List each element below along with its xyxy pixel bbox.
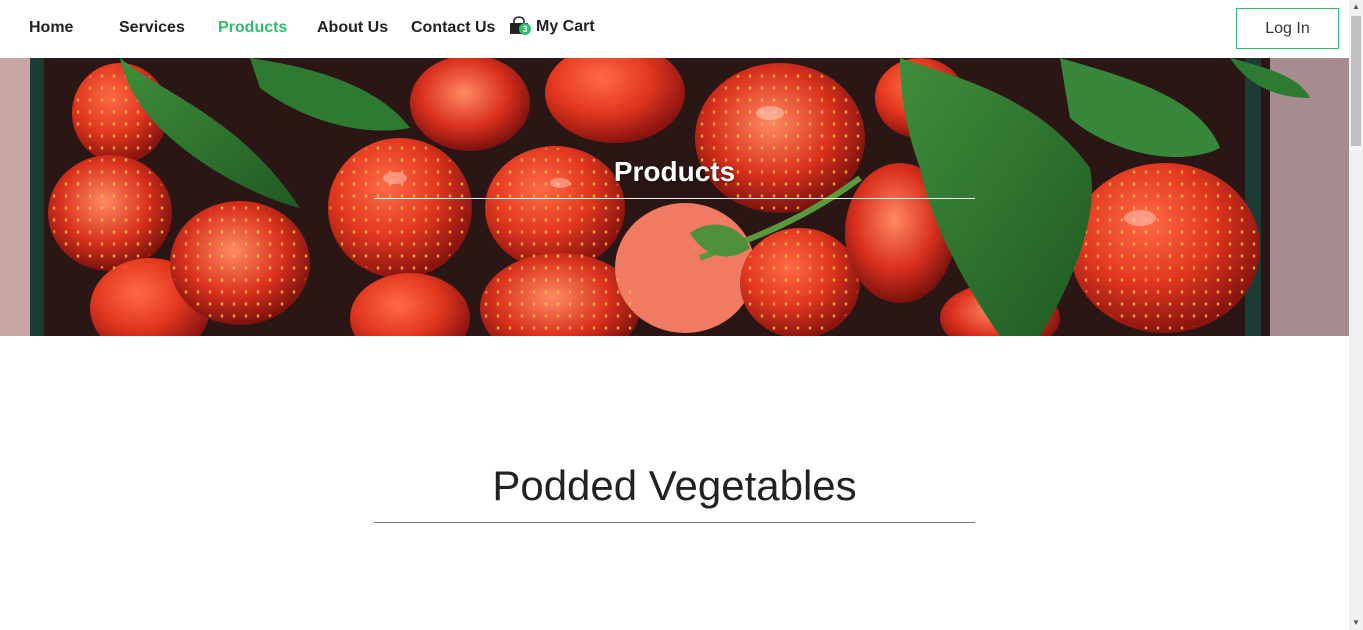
cart-link[interactable]: 3 My Cart: [508, 16, 595, 38]
cart-count-badge: 3: [519, 23, 531, 35]
nav-about-link[interactable]: About Us: [317, 18, 388, 38]
scroll-up-arrow-icon[interactable]: ▲: [1349, 0, 1363, 14]
nav-services-link[interactable]: Services: [119, 18, 185, 38]
hero-divider: [374, 198, 975, 199]
vertical-scrollbar[interactable]: ▲ ▼: [1349, 0, 1363, 630]
scroll-down-arrow-icon[interactable]: ▼: [1349, 616, 1363, 630]
section-title: Podded Vegetables: [492, 462, 857, 509]
nav-contact-link[interactable]: Contact Us: [411, 18, 495, 38]
nav-products-link[interactable]: Products: [218, 18, 287, 38]
hero-title: Products: [613, 156, 736, 187]
strawberries-photo: [0, 58, 1349, 336]
scroll-thumb[interactable]: [1351, 16, 1361, 146]
nav-home-link[interactable]: Home: [29, 18, 73, 38]
section-divider: [374, 522, 975, 523]
cart-label: My Cart: [536, 18, 595, 35]
login-button[interactable]: Log In: [1236, 8, 1339, 49]
shopping-bag-icon: 3: [508, 16, 531, 38]
hero-banner: Products: [0, 58, 1349, 336]
navbar: Home Services Products About Us Contact …: [0, 0, 1349, 58]
